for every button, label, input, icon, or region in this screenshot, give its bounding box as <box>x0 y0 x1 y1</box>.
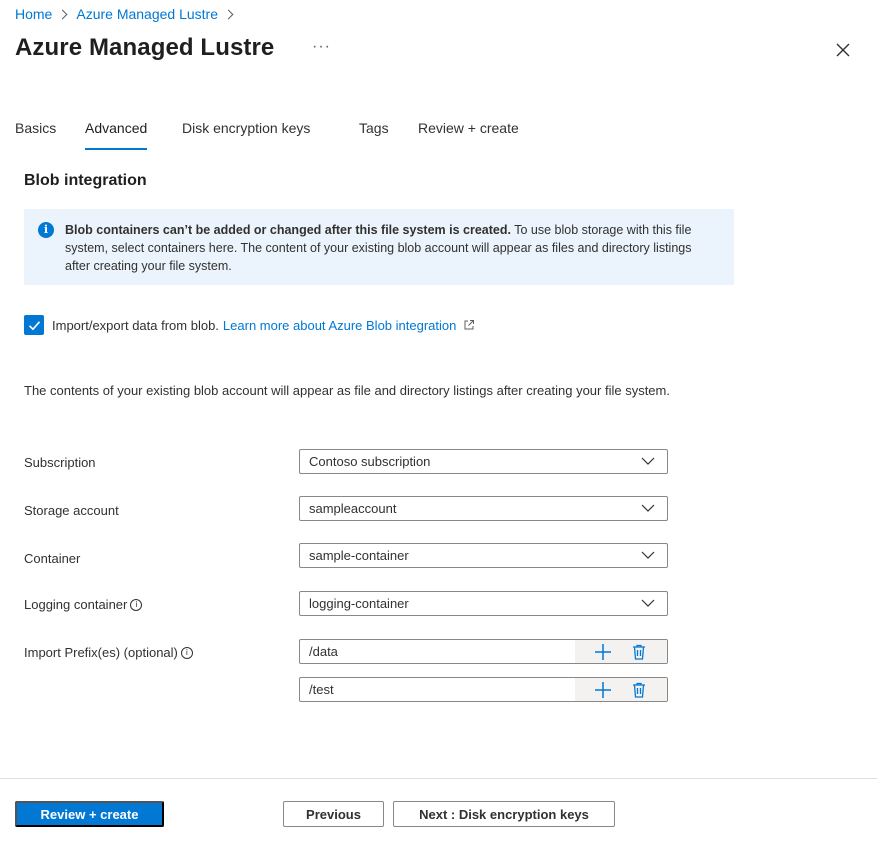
prefix-actions <box>575 678 667 701</box>
chevron-right-icon <box>223 9 234 19</box>
delete-icon[interactable] <box>630 643 648 661</box>
import-export-label: Import/export data from blob. <box>52 317 219 333</box>
previous-button[interactable]: Previous <box>283 801 384 827</box>
review-create-button[interactable]: Review + create <box>15 801 164 827</box>
add-icon[interactable] <box>594 681 612 699</box>
logging-container-label-row: Logging container i <box>24 597 143 612</box>
import-prefix-input[interactable] <box>300 678 575 701</box>
section-title: Blob integration <box>24 172 147 189</box>
chevron-down-icon <box>641 599 655 607</box>
info-icon: i <box>38 222 54 238</box>
container-label: Container <box>24 551 81 566</box>
tab-advanced[interactable]: Advanced <box>85 120 148 150</box>
tab-disk-encryption-keys[interactable]: Disk encryption keys <box>182 120 310 150</box>
import-prefix-label-row: Import Prefix(es) (optional) i <box>24 645 193 660</box>
info-icon[interactable]: i <box>180 646 193 659</box>
tab-tags[interactable]: Tags <box>359 120 389 150</box>
import-prefix-row <box>299 677 668 702</box>
container-dropdown[interactable]: sample-container <box>299 543 668 568</box>
info-banner-bold-text: Blob containers can’t be added or change… <box>65 223 511 237</box>
chevron-down-icon <box>641 551 655 559</box>
info-banner: i Blob containers can’t be added or chan… <box>24 209 734 285</box>
learn-more-link[interactable]: Learn more about Azure Blob integration <box>223 318 456 333</box>
subscription-dropdown[interactable]: Contoso subscription <box>299 449 668 474</box>
tab-basics[interactable]: Basics <box>15 120 56 150</box>
chevron-down-icon <box>641 457 655 465</box>
tab-review-create[interactable]: Review + create <box>418 120 519 150</box>
import-export-row: Import/export data from blob. Learn more… <box>24 315 475 335</box>
breadcrumb-parent-link[interactable]: Azure Managed Lustre <box>76 6 218 22</box>
import-prefix-input[interactable] <box>300 640 575 663</box>
next-button[interactable]: Next : Disk encryption keys <box>393 801 615 827</box>
external-link-icon[interactable] <box>463 319 475 331</box>
checkmark-icon <box>28 320 40 330</box>
breadcrumb: Home Azure Managed Lustre <box>15 5 242 23</box>
container-value: sample-container <box>309 548 409 563</box>
chevron-down-icon <box>641 504 655 512</box>
close-icon[interactable] <box>834 41 852 59</box>
import-prefix-row <box>299 639 668 664</box>
breadcrumb-home-link[interactable]: Home <box>15 6 52 22</box>
page-title: Azure Managed Lustre <box>15 34 275 61</box>
footer-divider <box>0 778 877 779</box>
import-prefix-label: Import Prefix(es) (optional) <box>24 645 178 660</box>
chevron-right-icon <box>57 9 68 19</box>
import-export-checkbox[interactable] <box>24 315 44 335</box>
storage-account-label: Storage account <box>24 503 119 518</box>
logging-container-value: logging-container <box>309 596 409 611</box>
subscription-value: Contoso subscription <box>309 454 431 469</box>
logging-container-dropdown[interactable]: logging-container <box>299 591 668 616</box>
more-options-icon[interactable]: ··· <box>312 38 331 56</box>
info-icon[interactable]: i <box>130 598 143 611</box>
delete-icon[interactable] <box>630 681 648 699</box>
blob-description: The contents of your existing blob accou… <box>24 383 670 398</box>
storage-account-dropdown[interactable]: sampleaccount <box>299 496 668 521</box>
prefix-actions <box>575 640 667 663</box>
add-icon[interactable] <box>594 643 612 661</box>
logging-container-label: Logging container <box>24 597 128 612</box>
subscription-label: Subscription <box>24 455 96 470</box>
storage-account-value: sampleaccount <box>309 501 397 516</box>
